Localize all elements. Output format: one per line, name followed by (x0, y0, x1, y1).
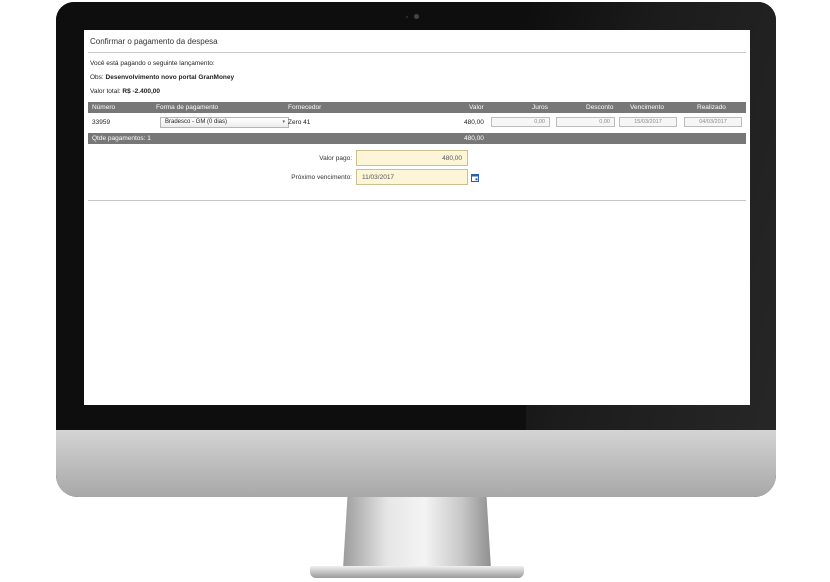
col-numero: Número (92, 104, 116, 111)
payment-method-value: Bradesco - GM (0 dias) (165, 119, 228, 125)
cell-numero: 33959 (92, 119, 111, 126)
calendar-icon[interactable] (471, 174, 479, 182)
screen: Confirmar o pagamento da despesa Você es… (84, 30, 750, 405)
monitor-chin (56, 430, 776, 497)
payment-method-select[interactable]: Bradesco - GM (0 dias) ▾ (160, 117, 289, 128)
valor-pago-input[interactable]: 480,00 (356, 150, 468, 166)
col-fornecedor: Fornecedor (288, 104, 322, 111)
col-juros: Juros (532, 104, 548, 111)
qtde-pagamentos: Qtde pagamentos: 1 (92, 135, 151, 142)
footer-total: 480,00 (464, 135, 484, 142)
dialog-title: Confirmar o pagamento da despesa (90, 37, 218, 46)
realizado-input[interactable]: 04/03/2017 (684, 117, 742, 127)
divider (88, 52, 746, 53)
juros-input[interactable]: 0,00 (491, 117, 550, 127)
table-header: Número Forma de pagamento Fornecedor Val… (88, 102, 746, 113)
col-desconto: Desconto (586, 104, 614, 111)
cell-fornecedor: Zero 41 (288, 119, 311, 126)
proximo-vencimento-label: Próximo vencimento: (291, 174, 352, 181)
obs-line: Obs: Desenvolvimento novo portal GranMon… (90, 74, 234, 81)
desconto-input[interactable]: 0,00 (556, 117, 615, 127)
cell-valor: 480,00 (464, 119, 484, 126)
col-valor: Valor (469, 104, 484, 111)
monitor-stand-foot (310, 566, 524, 578)
intro-text: Você está pagando o seguinte lançamento: (90, 60, 215, 67)
col-forma-pagamento: Forma de pagamento (156, 104, 219, 111)
col-vencimento: Vencimento (630, 104, 664, 111)
monitor-stand-neck (343, 497, 491, 569)
vencimento-input[interactable]: 15/03/2017 (619, 117, 677, 127)
obs-label: Obs: (90, 74, 104, 81)
col-realizado: Realizado (697, 104, 726, 111)
total-value: R$ -2.400,00 (122, 88, 160, 95)
camera (414, 14, 419, 19)
obs-value: Desenvolvimento novo portal GranMoney (105, 74, 235, 81)
proximo-vencimento-input[interactable]: 11/03/2017 (356, 169, 468, 185)
valor-pago-label: Valor pago: (319, 155, 352, 162)
table-footer: Qtde pagamentos: 1 480,00 (88, 133, 746, 144)
total-label: Valor total: (90, 88, 121, 95)
sensor-dot (406, 16, 408, 18)
table-row: 33959 Bradesco - GM (0 dias) ▾ Zero 41 4… (88, 116, 746, 130)
total-line: Valor total: R$ -2.400,00 (90, 88, 160, 95)
divider-bottom (88, 200, 746, 201)
chevron-down-icon: ▾ (282, 119, 285, 125)
